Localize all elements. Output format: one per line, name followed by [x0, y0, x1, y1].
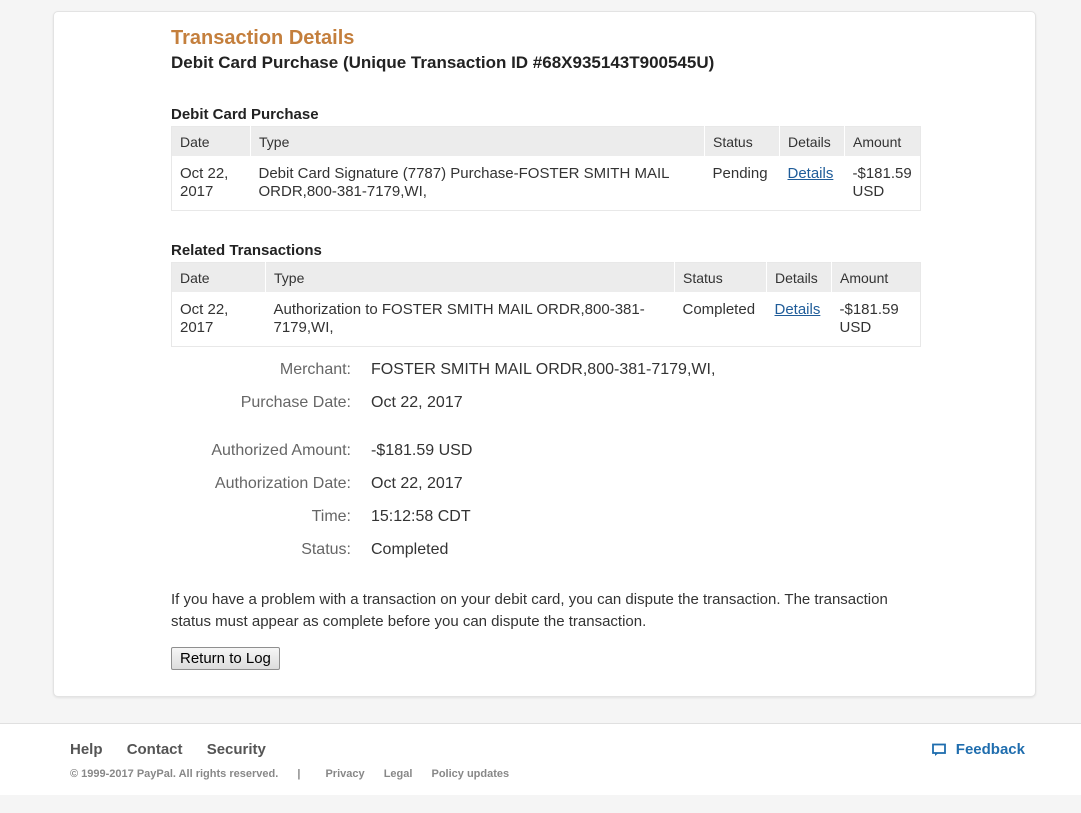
cell-type: Authorization to FOSTER SMITH MAIL ORDR,… — [266, 292, 675, 347]
date-line: Oct 22, — [180, 301, 229, 318]
related-table: Date Type Status Details Amount Oct 22, … — [171, 262, 921, 347]
cell-date: Oct 22, 2017 — [172, 292, 266, 347]
authorized-amount-row: Authorized Amount: -$181.59 USD — [171, 442, 921, 462]
cell-amount: -$181.59 USD — [845, 156, 921, 211]
column-header-status: Status — [674, 262, 767, 292]
amount-line: USD — [852, 183, 885, 200]
type-line: 7179,WI, — [273, 319, 334, 336]
purchase-date-value: Oct 22, 2017 — [371, 394, 463, 411]
type-line: Debit Card Signature (7787) Purchase-FOS… — [258, 165, 670, 182]
merchant-row: Merchant: FOSTER SMITH MAIL ORDR,800-381… — [171, 361, 921, 381]
time-label: Time: — [311, 508, 351, 525]
table-header-row: Date Type Status Details Amount — [171, 262, 921, 292]
cell-details: Details — [767, 292, 832, 347]
column-header-type: Type — [250, 126, 705, 156]
footer-help-link[interactable]: Help — [70, 741, 103, 758]
footer-policy-updates-link[interactable]: Policy updates — [431, 768, 509, 780]
time-row: Time: 15:12:58 CDT — [171, 508, 921, 528]
amount-line: -$181.59 — [839, 301, 899, 318]
page-footer: Help Contact Security © 1999-2017 PayPal… — [0, 723, 1081, 795]
cell-type: Debit Card Signature (7787) Purchase-FOS… — [251, 156, 705, 211]
footer-security-link[interactable]: Security — [207, 741, 266, 758]
type-line: ORDR,800-381-7179,WI, — [258, 183, 427, 200]
merchant-value: FOSTER SMITH MAIL ORDR,800-381-7179,WI, — [371, 361, 716, 378]
purchase-date-row: Purchase Date: Oct 22, 2017 — [171, 394, 921, 414]
footer-legal-link[interactable]: Legal — [384, 768, 413, 780]
authorization-date-label: Authorization Date: — [214, 475, 351, 492]
date-line: 2017 — [180, 319, 214, 336]
cell-details: Details — [780, 156, 845, 211]
cell-status: Completed — [682, 301, 756, 318]
column-header-date: Date — [171, 126, 251, 156]
cell-status: Pending — [712, 165, 768, 182]
status-value: Completed — [371, 541, 449, 558]
purchase-table: Date Type Status Details Amount Oct 22, … — [171, 126, 921, 211]
time-value: 15:12:58 CDT — [371, 508, 471, 525]
footer-privacy-link[interactable]: Privacy — [325, 768, 364, 780]
column-header-status: Status — [704, 126, 780, 156]
dispute-notice: If you have a problem with a transaction… — [171, 589, 911, 633]
authorized-amount-label: Authorized Amount: — [211, 442, 351, 459]
status-label: Status: — [301, 541, 351, 558]
transaction-details-card: Transaction Details Debit Card Purchase … — [53, 11, 1036, 697]
date-line: Oct 22, — [180, 165, 229, 182]
column-header-amount: Amount — [831, 262, 921, 292]
page-title: Transaction Details — [171, 27, 355, 49]
cell-amount: -$181.59 USD — [832, 292, 921, 347]
copyright-text: © 1999-2017 PayPal. All rights reserved. — [70, 768, 279, 780]
purchase-section-title: Debit Card Purchase — [171, 106, 319, 123]
footer-legal-line: © 1999-2017 PayPal. All rights reserved.… — [70, 768, 525, 780]
status-row: Status: Completed — [171, 541, 921, 561]
footer-separator: | — [297, 768, 301, 780]
feedback-button[interactable]: Feedback — [931, 741, 1025, 758]
table-row: Oct 22, 2017 Debit Card Signature (7787)… — [172, 156, 921, 211]
table-header-row: Date Type Status Details Amount — [171, 126, 921, 156]
column-header-details: Details — [779, 126, 845, 156]
details-link[interactable]: Details — [788, 165, 834, 182]
table-row: Oct 22, 2017 Authorization to FOSTER SMI… — [172, 292, 921, 347]
authorization-date-value: Oct 22, 2017 — [371, 475, 463, 492]
speech-bubble-icon — [931, 743, 946, 756]
amount-line: -$181.59 — [852, 165, 912, 182]
notice-line: If you have a problem with a transaction… — [171, 591, 888, 608]
related-section-title: Related Transactions — [171, 242, 322, 259]
footer-contact-link[interactable]: Contact — [127, 741, 183, 758]
date-line: 2017 — [180, 183, 214, 200]
authorized-amount-value: -$181.59 USD — [371, 442, 473, 459]
column-header-date: Date — [171, 262, 266, 292]
type-line: Authorization to FOSTER SMITH MAIL ORDR,… — [273, 301, 645, 318]
authorization-date-row: Authorization Date: Oct 22, 2017 — [171, 475, 921, 495]
page-subtitle: Debit Card Purchase (Unique Transaction … — [171, 53, 715, 72]
column-header-details: Details — [766, 262, 832, 292]
return-to-log-button[interactable]: Return to Log — [171, 647, 280, 670]
feedback-label: Feedback — [955, 741, 1025, 758]
cell-date: Oct 22, 2017 — [172, 156, 251, 211]
purchase-date-label: Purchase Date: — [240, 394, 351, 411]
details-link[interactable]: Details — [775, 301, 821, 318]
merchant-label: Merchant: — [279, 361, 351, 378]
column-header-type: Type — [265, 262, 675, 292]
amount-line: USD — [839, 319, 872, 336]
notice-line: status must appear as complete before yo… — [171, 613, 647, 630]
column-header-amount: Amount — [844, 126, 921, 156]
footer-links: Help Contact Security — [70, 741, 286, 758]
